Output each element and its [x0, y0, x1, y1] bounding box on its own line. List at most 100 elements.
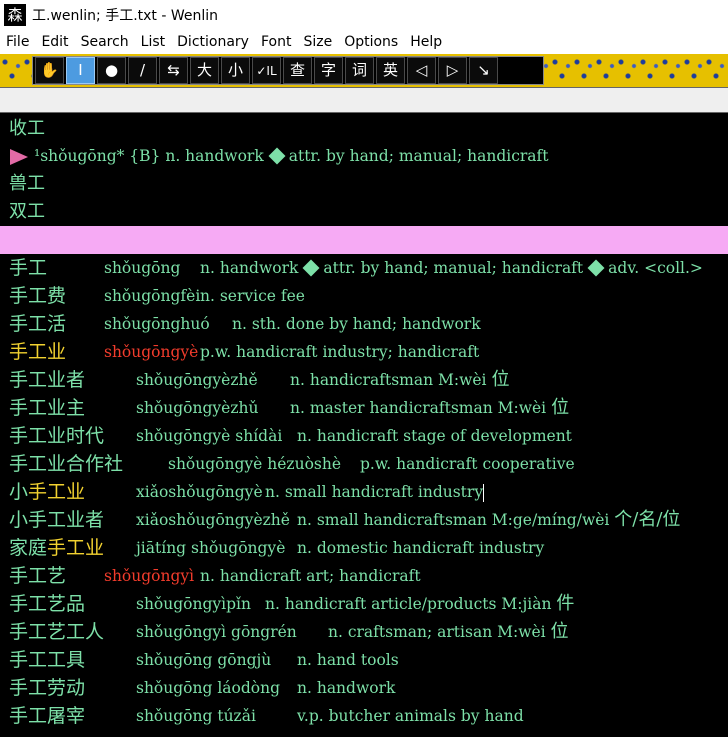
upper-line-4[interactable]: 双工 — [9, 198, 45, 226]
entry-definition: n. hand tools — [297, 651, 399, 669]
list-item[interactable]: 手工劳动 shǒugōng láodòng n. handwork — [0, 674, 728, 702]
measure-word: 件 — [556, 593, 575, 614]
upper-panel: 收工 ¹shǒugōng* {B} n. handwork attr. by ha… — [0, 113, 728, 226]
menu-bar: File Edit Search List Dictionary Font Si… — [0, 30, 728, 54]
entry-hanzi: 小手工业者 — [9, 509, 105, 531]
entry-definition: n. handwork attr. by hand; manual; handic… — [200, 254, 703, 282]
list-item[interactable]: 家庭手工业 jiātíng shǒugōngyè n. domestic han… — [0, 534, 728, 562]
entry-pinyin: shǒugōng — [104, 259, 181, 277]
menu-help[interactable]: Help — [404, 34, 448, 50]
check-il-button[interactable]: ✓IL — [252, 57, 281, 84]
word-list-panel: 手工 shǒugōng n. handwork attr. by hand; ma… — [0, 254, 728, 737]
entry-definition: n. master handicraftsman M:wèi 位 — [290, 394, 569, 422]
text-cursor-tool-button[interactable]: I — [66, 57, 95, 84]
menu-size[interactable]: Size — [297, 34, 338, 50]
list-item[interactable]: 手工业者 shǒugōngyèzhě n. handicraftsman M:w… — [0, 366, 728, 394]
convert-tool-button[interactable]: ⇆ — [159, 57, 188, 84]
entry-definition: n. handicraft art; handicraft — [200, 567, 421, 585]
entry-definition: n. handicraftsman M:wèi 位 — [290, 366, 509, 394]
list-item[interactable]: 小手工业 xiǎoshǒugōngyè n. small handicraft … — [0, 478, 728, 506]
entry-definition: n. service fee — [200, 287, 305, 305]
entry-sense2: attr. by hand; manual; handicraft — [323, 259, 584, 277]
list-item[interactable]: 手工活 shǒugōnghuó n. sth. done by hand; ha… — [0, 310, 728, 338]
entry-pinyin: shǒugōng gōngjù — [136, 651, 272, 669]
entry-definition: n. handicraft article/products M:jiàn 件 — [265, 590, 574, 618]
list-item[interactable]: 小手工业者 xiǎoshǒugōngyèzhě n. small handicr… — [0, 506, 728, 534]
entry-pinyin: shǒugōngyì gōngrén — [136, 623, 297, 641]
panel-divider[interactable] — [0, 226, 728, 254]
entry-sense1: n. small handicraft industry — [265, 483, 484, 501]
list-item[interactable]: 手工费 shǒugōngfèi n. service fee — [0, 282, 728, 310]
entry-hanzi-prefix: 小 — [9, 481, 29, 503]
text-cursor — [483, 484, 485, 502]
entry-pinyin: shǒugōngfèi — [104, 287, 201, 305]
menu-search[interactable]: Search — [75, 34, 135, 50]
list-item-selected[interactable]: 手工业 shǒugōngyè p.w. handicraft industry;… — [0, 338, 728, 366]
list-item[interactable]: 手工业合作社 shǒugōngyè hézuòshè p.w. handicra… — [0, 450, 728, 478]
upper-line-3[interactable]: 兽工 — [9, 170, 45, 198]
entry-definition: p.w. handicraft cooperative — [360, 455, 575, 473]
toolbar-buttons: ✋ I ● / ⇆ 大 小 ✓IL 查 字 词 英 ◁ ▷ ↘ — [32, 56, 544, 85]
entry-hanzi: 手工工具 — [9, 649, 86, 671]
menu-list[interactable]: List — [135, 34, 171, 50]
entry-hanzi-prefix: 家庭 — [9, 537, 48, 559]
english-button[interactable]: 英 — [376, 57, 405, 84]
word-button[interactable]: 词 — [345, 57, 374, 84]
forward-button[interactable]: ▷ — [438, 57, 467, 84]
entry-hanzi: 手工费 — [9, 285, 67, 307]
character-button[interactable]: 字 — [314, 57, 343, 84]
title-bar: 森 工.wenlin; 手工.txt - Wenlin — [0, 0, 728, 30]
entry-hanzi: 家庭手工业 — [9, 534, 104, 562]
list-item[interactable]: 手工艺工人 shǒugōngyì gōngrén n. craftsman; a… — [0, 618, 728, 646]
measure-word: 位 — [491, 369, 510, 390]
entry-sense1: n. handwork — [200, 259, 299, 277]
upper-line-1[interactable]: 收工 — [9, 115, 45, 143]
lookup-button[interactable]: 查 — [283, 57, 312, 84]
list-item[interactable]: 手工艺 shǒugōngyì n. handicraft art; handic… — [0, 562, 728, 590]
entry-definition: p.w. handicraft industry; handicraft — [200, 343, 480, 361]
menu-edit[interactable]: Edit — [35, 34, 74, 50]
measure-word: 位 — [551, 397, 570, 418]
hand-tool-button[interactable]: ✋ — [35, 57, 64, 84]
arrow-down-right-button[interactable]: ↘ — [469, 57, 498, 84]
app-icon[interactable]: 森 — [4, 4, 26, 26]
list-item[interactable]: 手工业时代 shǒugōngyè shídài n. handicraft st… — [0, 422, 728, 450]
list-item[interactable]: 手工工具 shǒugōng gōngjù n. hand tools — [0, 646, 728, 674]
entry-hanzi: 手工活 — [9, 313, 67, 335]
entry-sense3: adv. <coll.> — [608, 259, 703, 277]
entry-definition: v.p. butcher animals by hand — [297, 707, 524, 725]
small-font-button[interactable]: 小 — [221, 57, 250, 84]
entry-hanzi: 手工劳动 — [9, 677, 86, 699]
entry-pinyin: shǒugōngyì — [104, 567, 195, 585]
entry-pinyin: shǒugōngyè shídài — [136, 427, 283, 445]
entry-hanzi: 手工艺品 — [9, 593, 86, 615]
entry-pinyin: xiǎoshǒugōngyèzhě — [136, 511, 290, 529]
list-item[interactable]: 手工屠宰 shǒugōng túzǎi v.p. butcher animals… — [0, 702, 728, 730]
input-bar[interactable] — [0, 87, 728, 113]
entry-definition: n. small handicraftsman M:ge/míng/wèi 个/… — [297, 506, 680, 534]
list-item[interactable]: 手工业主 shǒugōngyèzhǔ n. master handicrafts… — [0, 394, 728, 422]
big-font-button[interactable]: 大 — [190, 57, 219, 84]
entry-definition: n. sth. done by hand; handwork — [232, 315, 481, 333]
entry-hanzi: 手工业 — [9, 341, 67, 363]
list-item[interactable]: 手工 shǒugōng n. handwork attr. by hand; ma… — [0, 254, 728, 282]
entry-pinyin: shǒugōngyèzhǔ — [136, 399, 259, 417]
back-button[interactable]: ◁ — [407, 57, 436, 84]
menu-dictionary[interactable]: Dictionary — [171, 34, 255, 50]
toolbar: ✋ I ● / ⇆ 大 小 ✓IL 查 字 词 英 ◁ ▷ ↘ — [0, 54, 728, 87]
entry-hanzi: 手工业者 — [9, 369, 86, 391]
brush-tool-button[interactable]: / — [128, 57, 157, 84]
menu-options[interactable]: Options — [338, 34, 404, 50]
upper-definition-line[interactable]: ¹shǒugōng* {B} n. handwork attr. by hand;… — [10, 142, 549, 170]
entry-hanzi-highlight: 手工业 — [47, 537, 105, 559]
play-arrow-icon[interactable] — [10, 149, 28, 165]
circle-tool-button[interactable]: ● — [97, 57, 126, 84]
entry-pinyin: shǒugōnghuó — [104, 315, 210, 333]
entry-pinyin: shǒugōng láodòng — [136, 679, 281, 697]
menu-font[interactable]: Font — [255, 34, 297, 50]
entry-pinyin: xiǎoshǒugōngyè — [136, 483, 263, 501]
menu-file[interactable]: File — [0, 34, 35, 50]
list-item[interactable]: 手工艺品 shǒugōngyìpǐn n. handicraft article… — [0, 590, 728, 618]
diamond-icon — [268, 147, 286, 165]
entry-pinyin: jiātíng shǒugōngyè — [136, 539, 286, 557]
